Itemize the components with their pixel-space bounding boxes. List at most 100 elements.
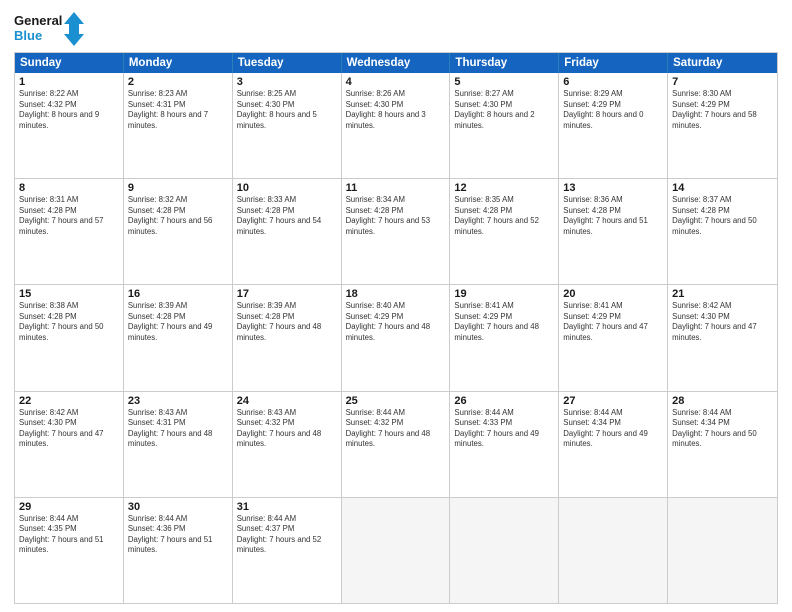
day-number: 9 (128, 182, 228, 194)
header-day-thursday: Thursday (450, 53, 559, 73)
day-info: Sunrise: 8:44 AMSunset: 4:34 PMDaylight:… (672, 408, 773, 450)
cal-cell-22: 22Sunrise: 8:42 AMSunset: 4:30 PMDayligh… (15, 392, 124, 497)
day-info: Sunrise: 8:39 AMSunset: 4:28 PMDaylight:… (237, 301, 337, 343)
day-number: 24 (237, 395, 337, 407)
cal-cell-empty (342, 498, 451, 603)
day-info: Sunrise: 8:32 AMSunset: 4:28 PMDaylight:… (128, 195, 228, 237)
day-number: 18 (346, 288, 446, 300)
day-info: Sunrise: 8:34 AMSunset: 4:28 PMDaylight:… (346, 195, 446, 237)
day-number: 16 (128, 288, 228, 300)
day-info: Sunrise: 8:44 AMSunset: 4:37 PMDaylight:… (237, 514, 337, 556)
cal-cell-21: 21Sunrise: 8:42 AMSunset: 4:30 PMDayligh… (668, 285, 777, 390)
header-day-saturday: Saturday (668, 53, 777, 73)
day-number: 23 (128, 395, 228, 407)
cal-cell-19: 19Sunrise: 8:41 AMSunset: 4:29 PMDayligh… (450, 285, 559, 390)
cal-cell-26: 26Sunrise: 8:44 AMSunset: 4:33 PMDayligh… (450, 392, 559, 497)
week-row-2: 8Sunrise: 8:31 AMSunset: 4:28 PMDaylight… (15, 178, 777, 284)
day-number: 10 (237, 182, 337, 194)
cal-cell-27: 27Sunrise: 8:44 AMSunset: 4:34 PMDayligh… (559, 392, 668, 497)
day-info: Sunrise: 8:44 AMSunset: 4:36 PMDaylight:… (128, 514, 228, 556)
cal-cell-3: 3Sunrise: 8:25 AMSunset: 4:30 PMDaylight… (233, 73, 342, 178)
page: General Blue SundayMondayTuesdayWednesda… (0, 0, 792, 612)
day-number: 3 (237, 76, 337, 88)
cal-cell-23: 23Sunrise: 8:43 AMSunset: 4:31 PMDayligh… (124, 392, 233, 497)
day-number: 29 (19, 501, 119, 513)
day-number: 8 (19, 182, 119, 194)
cal-cell-24: 24Sunrise: 8:43 AMSunset: 4:32 PMDayligh… (233, 392, 342, 497)
day-number: 6 (563, 76, 663, 88)
week-row-1: 1Sunrise: 8:22 AMSunset: 4:32 PMDaylight… (15, 73, 777, 178)
day-info: Sunrise: 8:31 AMSunset: 4:28 PMDaylight:… (19, 195, 119, 237)
cal-cell-12: 12Sunrise: 8:35 AMSunset: 4:28 PMDayligh… (450, 179, 559, 284)
cal-cell-empty (668, 498, 777, 603)
day-info: Sunrise: 8:44 AMSunset: 4:35 PMDaylight:… (19, 514, 119, 556)
day-info: Sunrise: 8:38 AMSunset: 4:28 PMDaylight:… (19, 301, 119, 343)
header-day-monday: Monday (124, 53, 233, 73)
cal-cell-9: 9Sunrise: 8:32 AMSunset: 4:28 PMDaylight… (124, 179, 233, 284)
calendar-body: 1Sunrise: 8:22 AMSunset: 4:32 PMDaylight… (15, 73, 777, 603)
cal-cell-29: 29Sunrise: 8:44 AMSunset: 4:35 PMDayligh… (15, 498, 124, 603)
day-info: Sunrise: 8:41 AMSunset: 4:29 PMDaylight:… (454, 301, 554, 343)
day-info: Sunrise: 8:42 AMSunset: 4:30 PMDaylight:… (672, 301, 773, 343)
header: General Blue (14, 10, 778, 48)
week-row-5: 29Sunrise: 8:44 AMSunset: 4:35 PMDayligh… (15, 497, 777, 603)
day-info: Sunrise: 8:39 AMSunset: 4:28 PMDaylight:… (128, 301, 228, 343)
day-info: Sunrise: 8:29 AMSunset: 4:29 PMDaylight:… (563, 89, 663, 131)
day-info: Sunrise: 8:40 AMSunset: 4:29 PMDaylight:… (346, 301, 446, 343)
cal-cell-28: 28Sunrise: 8:44 AMSunset: 4:34 PMDayligh… (668, 392, 777, 497)
svg-text:General: General (14, 13, 62, 28)
logo: General Blue (14, 10, 84, 48)
day-info: Sunrise: 8:30 AMSunset: 4:29 PMDaylight:… (672, 89, 773, 131)
cal-cell-empty (559, 498, 668, 603)
header-day-sunday: Sunday (15, 53, 124, 73)
day-info: Sunrise: 8:23 AMSunset: 4:31 PMDaylight:… (128, 89, 228, 131)
cal-cell-13: 13Sunrise: 8:36 AMSunset: 4:28 PMDayligh… (559, 179, 668, 284)
header-day-wednesday: Wednesday (342, 53, 451, 73)
cal-cell-31: 31Sunrise: 8:44 AMSunset: 4:37 PMDayligh… (233, 498, 342, 603)
logo-svg: General Blue (14, 10, 84, 48)
cal-cell-11: 11Sunrise: 8:34 AMSunset: 4:28 PMDayligh… (342, 179, 451, 284)
calendar: SundayMondayTuesdayWednesdayThursdayFrid… (14, 52, 778, 604)
day-info: Sunrise: 8:25 AMSunset: 4:30 PMDaylight:… (237, 89, 337, 131)
cal-cell-5: 5Sunrise: 8:27 AMSunset: 4:30 PMDaylight… (450, 73, 559, 178)
header-day-tuesday: Tuesday (233, 53, 342, 73)
cal-cell-17: 17Sunrise: 8:39 AMSunset: 4:28 PMDayligh… (233, 285, 342, 390)
day-number: 30 (128, 501, 228, 513)
day-info: Sunrise: 8:37 AMSunset: 4:28 PMDaylight:… (672, 195, 773, 237)
day-info: Sunrise: 8:44 AMSunset: 4:33 PMDaylight:… (454, 408, 554, 450)
day-number: 21 (672, 288, 773, 300)
day-info: Sunrise: 8:44 AMSunset: 4:34 PMDaylight:… (563, 408, 663, 450)
cal-cell-7: 7Sunrise: 8:30 AMSunset: 4:29 PMDaylight… (668, 73, 777, 178)
day-number: 1 (19, 76, 119, 88)
day-number: 27 (563, 395, 663, 407)
day-info: Sunrise: 8:43 AMSunset: 4:32 PMDaylight:… (237, 408, 337, 450)
day-number: 5 (454, 76, 554, 88)
day-number: 20 (563, 288, 663, 300)
cal-cell-4: 4Sunrise: 8:26 AMSunset: 4:30 PMDaylight… (342, 73, 451, 178)
day-info: Sunrise: 8:42 AMSunset: 4:30 PMDaylight:… (19, 408, 119, 450)
day-info: Sunrise: 8:27 AMSunset: 4:30 PMDaylight:… (454, 89, 554, 131)
day-number: 7 (672, 76, 773, 88)
day-info: Sunrise: 8:41 AMSunset: 4:29 PMDaylight:… (563, 301, 663, 343)
cal-cell-2: 2Sunrise: 8:23 AMSunset: 4:31 PMDaylight… (124, 73, 233, 178)
svg-text:Blue: Blue (14, 28, 42, 43)
day-number: 13 (563, 182, 663, 194)
day-number: 28 (672, 395, 773, 407)
cal-cell-25: 25Sunrise: 8:44 AMSunset: 4:32 PMDayligh… (342, 392, 451, 497)
header-day-friday: Friday (559, 53, 668, 73)
cal-cell-20: 20Sunrise: 8:41 AMSunset: 4:29 PMDayligh… (559, 285, 668, 390)
day-number: 31 (237, 501, 337, 513)
day-info: Sunrise: 8:43 AMSunset: 4:31 PMDaylight:… (128, 408, 228, 450)
cal-cell-14: 14Sunrise: 8:37 AMSunset: 4:28 PMDayligh… (668, 179, 777, 284)
day-number: 2 (128, 76, 228, 88)
day-info: Sunrise: 8:35 AMSunset: 4:28 PMDaylight:… (454, 195, 554, 237)
day-number: 12 (454, 182, 554, 194)
week-row-4: 22Sunrise: 8:42 AMSunset: 4:30 PMDayligh… (15, 391, 777, 497)
cal-cell-empty (450, 498, 559, 603)
day-info: Sunrise: 8:22 AMSunset: 4:32 PMDaylight:… (19, 89, 119, 131)
day-number: 19 (454, 288, 554, 300)
cal-cell-18: 18Sunrise: 8:40 AMSunset: 4:29 PMDayligh… (342, 285, 451, 390)
day-number: 26 (454, 395, 554, 407)
day-number: 25 (346, 395, 446, 407)
calendar-header-row: SundayMondayTuesdayWednesdayThursdayFrid… (15, 53, 777, 73)
